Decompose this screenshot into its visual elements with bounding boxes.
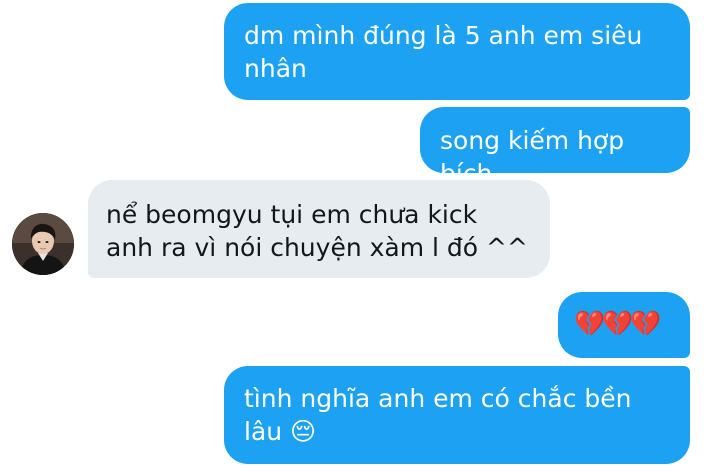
message-text: nể beomgyu tụi em chưa kick anh ra vì nó… — [106, 200, 528, 262]
outgoing-message[interactable]: tình nghĩa anh em có chắc bền lâu 😔 — [224, 366, 690, 464]
message-text: song kiếm hợp bích — [440, 126, 625, 188]
avatar-photo-icon — [12, 213, 74, 275]
outgoing-message[interactable]: dm mình đúng là 5 anh em siêu nhân — [224, 3, 690, 100]
contact-avatar[interactable] — [12, 213, 74, 275]
outgoing-message[interactable]: 💔💔💔 — [558, 292, 690, 358]
message-text: tình nghĩa anh em có chắc bền lâu 😔 — [244, 384, 632, 446]
message-thread: dm mình đúng là 5 anh em siêu nhân song … — [0, 0, 711, 468]
broken-heart-emoji-text: 💔💔💔 — [574, 309, 661, 338]
outgoing-message[interactable]: song kiếm hợp bích — [420, 107, 690, 188]
incoming-message[interactable]: nể beomgyu tụi em chưa kick anh ra vì nó… — [88, 180, 550, 278]
message-text: dm mình đúng là 5 anh em siêu nhân — [244, 21, 643, 83]
